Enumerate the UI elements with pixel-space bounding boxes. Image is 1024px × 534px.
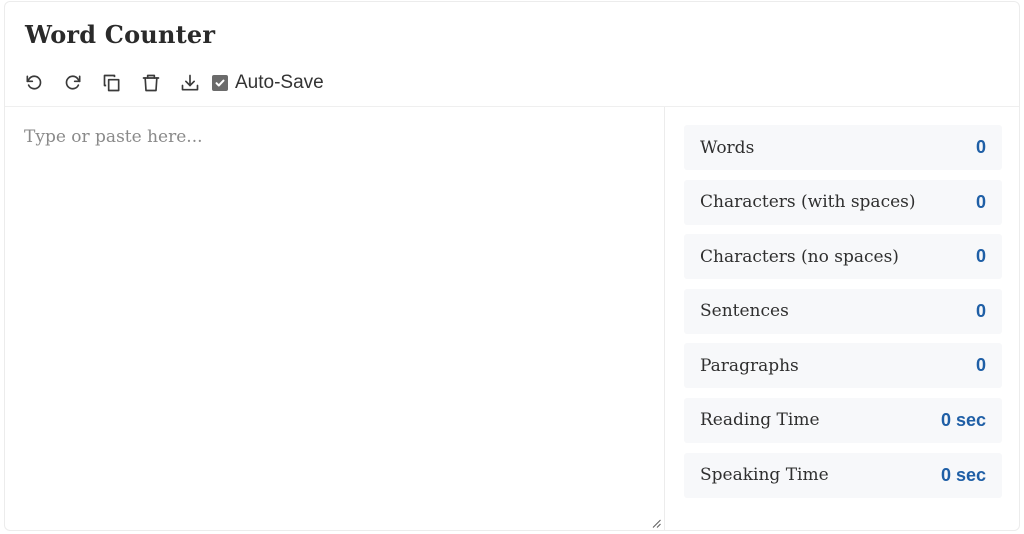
- stat-label: Characters (with spaces): [700, 192, 916, 213]
- stat-label: Words: [700, 137, 755, 158]
- autosave-toggle[interactable]: Auto-Save: [212, 72, 324, 94]
- stat-label: Characters (no spaces): [700, 246, 899, 267]
- delete-button[interactable]: [136, 70, 166, 96]
- stats-panel: Words 0 Characters (with spaces) 0 Chara…: [684, 125, 1002, 507]
- editor-area: [5, 107, 665, 530]
- stat-label: Reading Time: [700, 410, 820, 431]
- stat-value: 0: [975, 300, 986, 321]
- text-input[interactable]: [5, 107, 664, 530]
- autosave-checkbox[interactable]: [212, 75, 228, 91]
- stat-sentences: Sentences 0: [684, 288, 1002, 334]
- stat-value: 0: [975, 355, 986, 376]
- stat-words: Words 0: [684, 125, 1002, 170]
- stat-value: 0: [975, 191, 986, 212]
- redo-icon: [65, 75, 81, 90]
- stat-speaking-time: Speaking Time 0 sec: [684, 452, 1002, 498]
- stat-paragraphs: Paragraphs 0: [684, 343, 1002, 389]
- stat-label: Paragraphs: [700, 355, 799, 376]
- trash-icon: [142, 74, 160, 92]
- download-icon: [181, 74, 199, 91]
- stat-characters-with-spaces: Characters (with spaces) 0: [684, 179, 1002, 225]
- stat-reading-time: Reading Time 0 sec: [684, 397, 1002, 443]
- stat-label: Speaking Time: [700, 465, 829, 486]
- page-title: Word Counter: [25, 20, 216, 49]
- autosave-label: Auto-Save: [235, 72, 324, 93]
- stat-value: 0: [975, 137, 986, 157]
- redo-button[interactable]: [58, 70, 88, 96]
- stat-value: 0: [975, 246, 986, 267]
- undo-icon: [26, 75, 42, 90]
- stat-value: 0 sec: [940, 464, 986, 485]
- copy-icon: [103, 74, 120, 92]
- stat-label: Sentences: [700, 301, 789, 322]
- stat-value: 0 sec: [940, 409, 986, 430]
- checkmark-icon: [215, 79, 225, 87]
- resize-handle-icon[interactable]: [652, 519, 661, 528]
- stat-characters-no-spaces: Characters (no spaces) 0: [684, 234, 1002, 280]
- copy-button[interactable]: [97, 70, 127, 96]
- toolbar: Auto-Save: [19, 70, 324, 96]
- download-button[interactable]: [175, 70, 205, 96]
- word-counter-card: Word Counter Auto-Save Type or paste her…: [4, 1, 1020, 531]
- undo-button[interactable]: [19, 70, 49, 96]
